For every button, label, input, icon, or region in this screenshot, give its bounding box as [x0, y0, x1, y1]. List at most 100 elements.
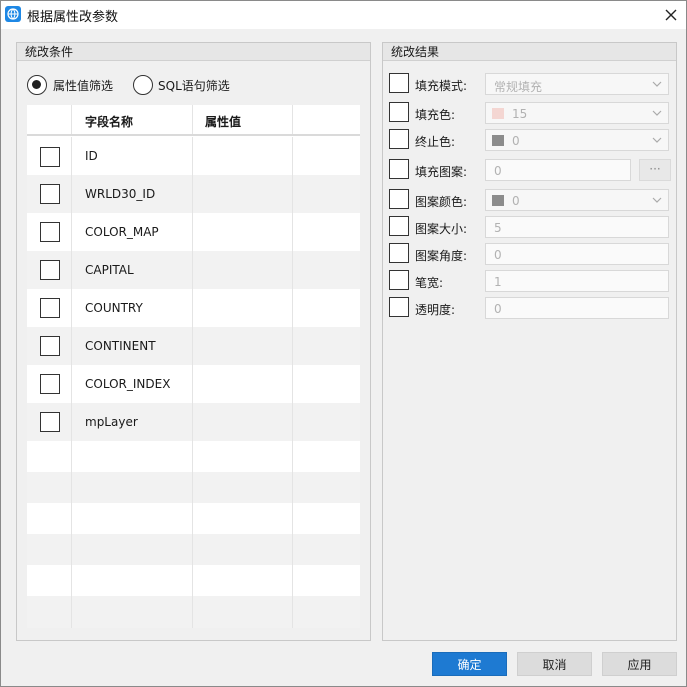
pattern-size-checkbox[interactable]	[389, 216, 409, 236]
pattern-angle-checkbox[interactable]	[389, 243, 409, 263]
transparency-input[interactable]: 0	[485, 297, 669, 319]
transparency-checkbox[interactable]	[389, 297, 409, 317]
field-name-cell: CONTINENT	[85, 339, 156, 353]
row-checkbox[interactable]	[40, 412, 60, 432]
empty-row	[27, 534, 360, 565]
dropdown-value: 常规填充	[494, 80, 543, 94]
color-swatch	[492, 135, 504, 146]
radio-label: SQL语句筛选	[158, 79, 230, 93]
field-name-cell: COLOR_MAP	[85, 225, 159, 239]
radio-attribute-filter[interactable]	[27, 75, 47, 95]
field-label: 笔宽:	[415, 276, 444, 290]
empty-row	[27, 503, 360, 534]
panel-title: 统改结果	[383, 43, 676, 61]
radio-label: 属性值筛选	[53, 79, 114, 93]
empty-row	[27, 596, 360, 628]
cancel-button[interactable]: 取消	[517, 652, 592, 676]
radio-sql-filter[interactable]	[133, 75, 153, 95]
transparency-row: 透明度: 0	[389, 297, 671, 319]
fill-pattern-input[interactable]: 0	[485, 159, 631, 181]
input-value: 0	[494, 248, 502, 262]
color-swatch	[492, 195, 504, 206]
pen-width-row: 笔宽: 1	[389, 270, 671, 292]
fill-mode-row: 填充模式: 常规填充	[389, 73, 671, 95]
end-color-dropdown[interactable]: 0	[485, 129, 669, 151]
panel-title: 统改条件	[17, 43, 370, 61]
dropdown-value: 0	[512, 134, 520, 148]
field-label: 终止色:	[415, 135, 456, 149]
row-checkbox[interactable]	[40, 222, 60, 242]
column-header-field-name: 字段名称	[85, 115, 134, 129]
input-value: 5	[494, 221, 502, 235]
fill-color-checkbox[interactable]	[389, 102, 409, 122]
title-bar: 根据属性改参数	[1, 1, 686, 29]
table-row: COUNTRY	[27, 289, 360, 327]
end-color-row: 终止色: 0	[389, 129, 671, 151]
chevron-down-icon	[652, 197, 662, 203]
row-checkbox[interactable]	[40, 260, 60, 280]
browse-pattern-button[interactable]: ···	[639, 159, 671, 181]
table-header: 字段名称 属性值	[27, 105, 360, 136]
column-header-attribute-value: 属性值	[205, 115, 242, 129]
pattern-color-dropdown[interactable]: 0	[485, 189, 669, 211]
field-name-cell: ID	[85, 149, 98, 163]
input-value: 0	[494, 164, 502, 178]
field-label: 填充图案:	[415, 165, 468, 179]
pattern-color-checkbox[interactable]	[389, 189, 409, 209]
fill-pattern-checkbox[interactable]	[389, 159, 409, 179]
pattern-color-row: 图案颜色: 0	[389, 189, 671, 211]
app-globe-icon	[5, 6, 21, 22]
table-row: ID	[27, 137, 360, 175]
field-label: 填充模式:	[415, 79, 468, 93]
field-label: 透明度:	[415, 303, 456, 317]
row-checkbox[interactable]	[40, 184, 60, 204]
pattern-size-row: 图案大小: 5	[389, 216, 671, 238]
empty-row	[27, 441, 360, 472]
dialog-window: 根据属性改参数 统改条件 属性值筛选 SQL语句筛选 字段名称 属性值 ID W…	[0, 0, 687, 687]
empty-row	[27, 472, 360, 503]
close-icon[interactable]	[661, 5, 681, 25]
chevron-down-icon	[652, 110, 662, 116]
field-label: 图案大小:	[415, 222, 468, 236]
fill-mode-dropdown[interactable]: 常规填充	[485, 73, 669, 95]
field-label: 填充色:	[415, 108, 456, 122]
input-value: 1	[494, 275, 502, 289]
pen-width-input[interactable]: 1	[485, 270, 669, 292]
pattern-angle-input[interactable]: 0	[485, 243, 669, 265]
field-name-cell: COUNTRY	[85, 301, 143, 315]
radio-selected-dot	[32, 80, 41, 89]
chevron-down-icon	[652, 81, 662, 87]
field-name-cell: COLOR_INDEX	[85, 377, 171, 391]
row-checkbox[interactable]	[40, 147, 60, 167]
row-checkbox[interactable]	[40, 298, 60, 318]
pattern-angle-row: 图案角度: 0	[389, 243, 671, 265]
fill-mode-checkbox[interactable]	[389, 73, 409, 93]
pen-width-checkbox[interactable]	[389, 270, 409, 290]
color-swatch	[492, 108, 504, 119]
apply-button[interactable]: 应用	[602, 652, 677, 676]
modify-result-panel: 统改结果 填充模式: 常规填充 填充色: 15 终止色: 0 填充图案: 0 ·…	[382, 42, 677, 641]
input-value: 0	[494, 302, 502, 316]
row-checkbox[interactable]	[40, 336, 60, 356]
fill-color-row: 填充色: 15	[389, 102, 671, 124]
table-row: COLOR_MAP	[27, 213, 360, 251]
table-row: COLOR_INDEX	[27, 365, 360, 403]
window-title: 根据属性改参数	[27, 10, 119, 25]
dropdown-value: 15	[512, 107, 528, 121]
table-row: mpLayer	[27, 403, 360, 441]
table-row: WRLD30_ID	[27, 175, 360, 213]
fill-color-dropdown[interactable]: 15	[485, 102, 669, 124]
table-row: CONTINENT	[27, 327, 360, 365]
ok-button[interactable]: 确定	[432, 652, 507, 676]
row-checkbox[interactable]	[40, 374, 60, 394]
field-table: 字段名称 属性值 ID WRLD30_ID COLOR_MAP CAPITAL …	[27, 105, 360, 628]
fill-pattern-row: 填充图案: 0 ···	[389, 159, 671, 181]
field-name-cell: WRLD30_ID	[85, 187, 156, 201]
chevron-down-icon	[652, 137, 662, 143]
end-color-checkbox[interactable]	[389, 129, 409, 149]
field-label: 图案颜色:	[415, 195, 468, 209]
empty-row	[27, 565, 360, 596]
pattern-size-input[interactable]: 5	[485, 216, 669, 238]
field-name-cell: CAPITAL	[85, 263, 134, 277]
field-label: 图案角度:	[415, 249, 468, 263]
